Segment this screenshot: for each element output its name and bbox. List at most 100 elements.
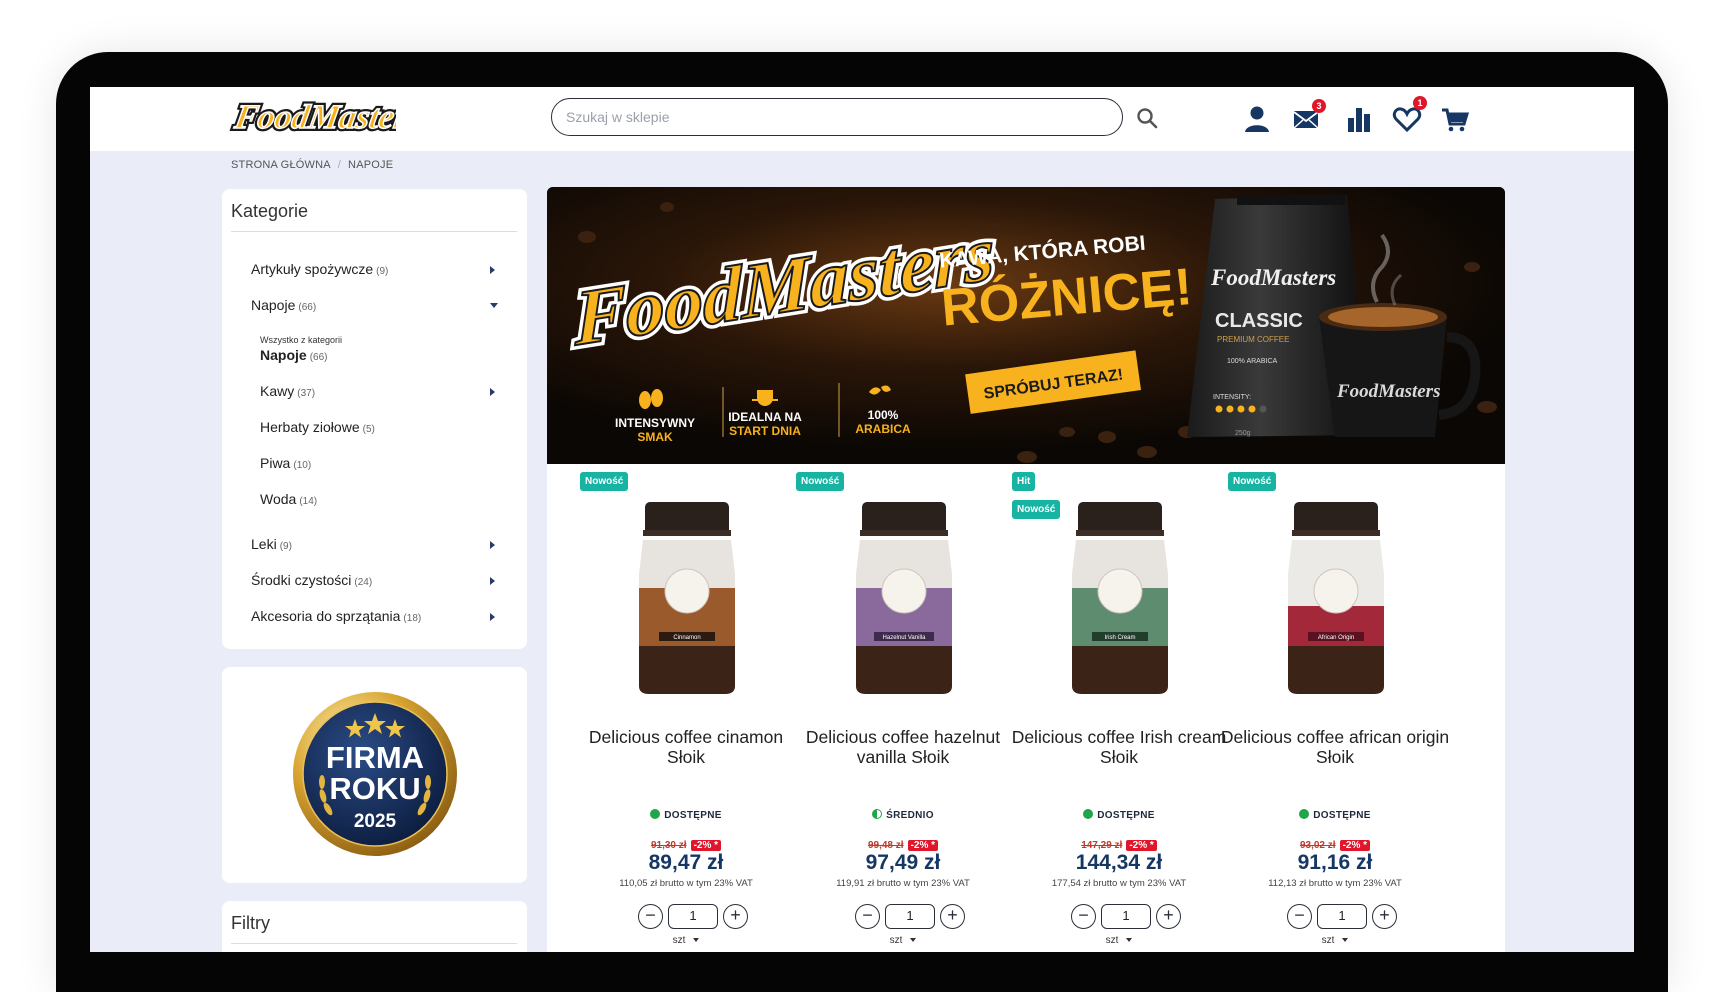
filters-panel: Filtry [222, 901, 527, 952]
site-header: FoodMasters FoodMasters 3 [90, 87, 1634, 151]
unit-select[interactable]: szt [788, 935, 1018, 946]
divider [231, 943, 517, 944]
old-price-row: 99,48 zł -2% * [788, 840, 1018, 851]
decrease-button[interactable]: − [855, 904, 880, 929]
svg-text:100%: 100% [868, 408, 899, 422]
categories-title: Kategorie [231, 201, 309, 221]
svg-text:CLASSIC: CLASSIC [1215, 310, 1303, 332]
availability-status: DOSTĘPNE [1004, 809, 1234, 821]
increase-button[interactable]: + [940, 904, 965, 929]
gross-price: 110,05 zł brutto w tym 23% VAT [619, 878, 753, 889]
user-icon[interactable] [1242, 104, 1272, 134]
unit-select[interactable]: szt [1220, 935, 1450, 946]
caret-right-icon[interactable] [490, 388, 495, 396]
old-price-row: 147,29 zł -2% * [1004, 840, 1234, 851]
svg-text:ARABICA: ARABICA [855, 422, 911, 436]
product-name[interactable]: Delicious coffee Irish cream Słoik [1004, 727, 1234, 767]
svg-text:INTENSYWNY: INTENSYWNY [615, 416, 695, 430]
breadcrumb-home[interactable]: STRONA GŁÓWNA [231, 159, 331, 171]
wishlist-badge: 1 [1413, 96, 1427, 110]
subcategory-kawy[interactable]: Kawy (37) [260, 383, 315, 399]
decrease-button[interactable]: − [638, 904, 663, 929]
caret-down-icon[interactable] [490, 303, 498, 308]
unit-select[interactable]: szt [571, 935, 801, 946]
promo-banner[interactable]: FoodMasters FoodMasters KAWA, KTÓRA ROBI… [547, 187, 1505, 464]
subcategory-piwa[interactable]: Piwa (10) [260, 455, 311, 471]
chevron-down-icon [1126, 938, 1133, 942]
svg-text:FoodMasters: FoodMasters [1336, 381, 1440, 402]
product-image[interactable]: Irish Cream [1040, 496, 1200, 696]
badge-new: Nowość [1228, 472, 1277, 491]
product-name[interactable]: Delicious coffee cinamon Słoik [571, 727, 801, 767]
caret-right-icon[interactable] [490, 613, 495, 621]
subcategory-herbaty[interactable]: Herbaty ziołowe (5) [260, 419, 375, 435]
gross-price: 119,91 zł brutto w tym 23% VAT [836, 878, 970, 889]
product-card[interactable]: Nowość Hazelnut Vanilla Delicious coffee… [788, 464, 1018, 952]
product-name[interactable]: Delicious coffee african origin Słoik [1220, 727, 1450, 767]
svg-text:PREMIUM COFFEE: PREMIUM COFFEE [1217, 335, 1289, 344]
product-card[interactable]: Nowość Cinnamon Delicious coffee cinamon… [571, 464, 801, 952]
foodmasters-logo[interactable]: FoodMasters FoodMasters [226, 92, 396, 144]
product-name[interactable]: Delicious coffee hazelnut vanilla Słoik [788, 727, 1018, 767]
svg-text:FoodMasters: FoodMasters [231, 98, 396, 136]
messages-badge: 3 [1312, 99, 1326, 113]
caret-right-icon[interactable] [490, 266, 495, 274]
quantity-input[interactable]: 1 [885, 904, 935, 929]
availability-status: DOSTĘPNE [1220, 809, 1450, 821]
all-in-category-link[interactable]: Napoje (66) [260, 347, 327, 363]
svg-text:2025: 2025 [354, 811, 397, 832]
chevron-down-icon [1342, 938, 1349, 942]
search-box[interactable] [551, 98, 1123, 136]
search-icon[interactable] [1136, 107, 1158, 129]
filters-title: Filtry [231, 913, 270, 933]
unit-select[interactable]: szt [1004, 935, 1234, 946]
category-napoje[interactable]: Napoje (66) [251, 297, 316, 313]
product-image[interactable]: Hazelnut Vanilla [824, 496, 984, 696]
check-icon [1299, 809, 1310, 819]
increase-button[interactable]: + [1372, 904, 1397, 929]
product-card[interactable]: Hit Nowość Irish Cream Delicious coffee … [1004, 464, 1234, 952]
svg-text:IDEALNA NA: IDEALNA NA [728, 410, 802, 424]
breadcrumb-current[interactable]: NAPOJE [348, 159, 393, 171]
badge-new: Nowość [796, 472, 845, 491]
product-price: 89,47 zł [648, 851, 724, 874]
category-akcesoria[interactable]: Akcesoria do sprzątania (18) [251, 608, 421, 624]
firma-roku-badge: FIRMA ROKU 2025 [293, 692, 457, 856]
svg-text:250g: 250g [1235, 430, 1251, 437]
product-price: 97,49 zł [865, 851, 941, 874]
subcategory-woda[interactable]: Woda (14) [260, 491, 317, 507]
decrease-button[interactable]: − [1287, 904, 1312, 929]
svg-text:100% ARABICA: 100% ARABICA [1227, 358, 1278, 365]
increase-button[interactable]: + [1156, 904, 1181, 929]
increase-button[interactable]: + [723, 904, 748, 929]
svg-text:Irish Cream: Irish Cream [1104, 635, 1135, 641]
svg-text:Cinnamon: Cinnamon [673, 635, 700, 641]
search-input[interactable] [552, 99, 1122, 135]
decrease-button[interactable]: − [1071, 904, 1096, 929]
browser-screen: FoodMasters FoodMasters 3 [90, 87, 1634, 952]
chart-icon[interactable] [1344, 104, 1374, 134]
svg-text:SMAK: SMAK [637, 430, 673, 444]
product-card[interactable]: Nowość African Origin Delicious coffee a… [1220, 464, 1450, 952]
quantity-input[interactable]: 1 [1317, 904, 1367, 929]
badge-hit: Hit [1012, 472, 1036, 491]
quantity-input[interactable]: 1 [668, 904, 718, 929]
old-price-row: 93,02 zł -2% * [1220, 840, 1450, 851]
old-price-row: 91,30 zł -2% * [571, 840, 801, 851]
product-image[interactable]: Cinnamon [607, 496, 767, 696]
cart-icon[interactable] [1440, 104, 1470, 134]
svg-text:FoodMasters: FoodMasters [1210, 265, 1336, 290]
gross-price: 177,54 zł brutto w tym 23% VAT [1051, 878, 1187, 889]
category-leki[interactable]: Leki (9) [251, 536, 292, 552]
half-circle-icon [872, 809, 883, 819]
category-artykuly[interactable]: Artykuły spożywcze (9) [251, 261, 388, 277]
availability-status: ŚREDNIO [788, 809, 1018, 821]
check-icon [650, 809, 661, 819]
availability-status: DOSTĘPNE [571, 809, 801, 821]
category-srodki[interactable]: Środki czystości (24) [251, 572, 372, 588]
quantity-input[interactable]: 1 [1101, 904, 1151, 929]
product-image[interactable]: African Origin [1256, 496, 1416, 696]
caret-right-icon[interactable] [490, 577, 495, 585]
caret-right-icon[interactable] [490, 541, 495, 549]
quantity-stepper: − 1 + [1287, 904, 1397, 930]
